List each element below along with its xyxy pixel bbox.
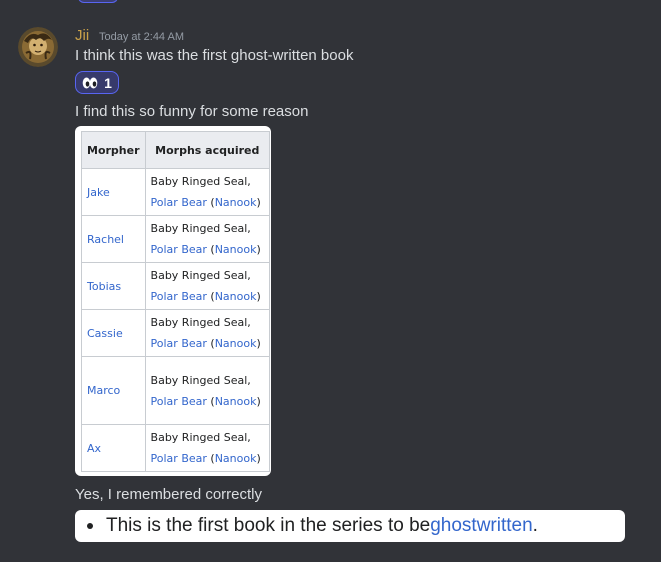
nanook-link[interactable]: Nanook [215, 290, 257, 303]
morpher-link[interactable]: Cassie [81, 309, 146, 357]
morpher-link[interactable]: Marco [81, 356, 146, 425]
column-header-morphs: Morphs acquired [144, 131, 271, 169]
table-row: Cassie Baby Ringed Seal, Polar Bear (Nan… [81, 309, 271, 357]
nanook-link[interactable]: Nanook [215, 243, 257, 256]
avatar-image [18, 27, 58, 67]
polar-bear-link[interactable]: Polar Bear [151, 452, 207, 465]
message-line: I find this so funny for some reason [75, 103, 309, 120]
morph-table: Morpher Morphs acquired Jake Baby Ringed… [81, 131, 271, 472]
morph-text: Baby Ringed Seal, [150, 269, 251, 282]
paren-close: ) [256, 290, 261, 303]
morphs-cell: Baby Ringed Seal, Polar Bear (Nanook) [144, 168, 271, 216]
nanook-link[interactable]: Nanook [215, 452, 257, 465]
polar-bear-link[interactable]: Polar Bear [151, 395, 207, 408]
morpher-link[interactable]: Jake [81, 168, 146, 216]
morph-text: Baby Ringed Seal, [150, 316, 251, 329]
message-line: Yes, I remembered correctly [75, 486, 263, 503]
morphs-cell: Baby Ringed Seal, Polar Bear (Nanook) [144, 309, 271, 357]
attached-image[interactable]: Morpher Morphs acquired Jake Baby Ringed… [75, 126, 271, 476]
paren-close: ) [256, 337, 261, 350]
table-row: Marco Baby Ringed Seal, Polar Bear (Nano… [81, 356, 271, 425]
reaction-button[interactable]: 1 [75, 71, 119, 94]
morph-text: Baby Ringed Seal, [150, 373, 251, 387]
attached-image-quote[interactable]: This is the first book in the series to … [75, 510, 625, 542]
ghostwritten-link[interactable]: ghostwritten [430, 515, 532, 537]
paren-open: ( [206, 337, 215, 350]
morpher-link[interactable]: Ax [81, 424, 146, 472]
polar-bear-link[interactable]: Polar Bear [151, 290, 207, 303]
reaction-count: 1 [104, 74, 112, 91]
table-row: Jake Baby Ringed Seal, Polar Bear (Nanoo… [81, 168, 271, 216]
nanook-link[interactable]: Nanook [215, 395, 257, 408]
eyes-emoji-icon [82, 77, 98, 88]
paren-open: ( [206, 452, 215, 465]
paren-open: ( [206, 196, 215, 209]
paren-close: ) [256, 452, 261, 465]
quote-end: . [532, 515, 538, 536]
table-row: Ax Baby Ringed Seal, Polar Bear (Nanook) [81, 424, 271, 472]
morpher-link[interactable]: Rachel [81, 215, 146, 263]
nanook-link[interactable]: Nanook [215, 337, 257, 350]
morph-text: Baby Ringed Seal, [150, 222, 251, 235]
bullet-icon [87, 523, 93, 529]
polar-bear-link[interactable]: Polar Bear [151, 196, 207, 209]
avatar[interactable] [18, 27, 58, 67]
message-line: I think this was the first ghost-written… [75, 47, 354, 64]
paren-close: ) [256, 196, 261, 209]
table-row: Tobias Baby Ringed Seal, Polar Bear (Nan… [81, 262, 271, 310]
morph-text: Baby Ringed Seal, [150, 175, 251, 188]
morphs-cell: Baby Ringed Seal, Polar Bear (Nanook) [144, 424, 271, 472]
morphs-cell: Baby Ringed Seal, Polar Bear (Nanook) [144, 215, 271, 263]
morpher-link[interactable]: Tobias [81, 262, 146, 310]
column-header-morpher: Morpher [81, 131, 146, 169]
morph-text: Baby Ringed Seal, [150, 431, 251, 444]
timestamp[interactable]: Today at 2:44 AM [99, 30, 184, 44]
polar-bear-link[interactable]: Polar Bear [151, 337, 207, 350]
paren-close: ) [256, 394, 261, 408]
paren-open: ( [206, 290, 215, 303]
nanook-link[interactable]: Nanook [215, 196, 257, 209]
paren-open: ( [206, 394, 215, 408]
polar-bear-link[interactable]: Polar Bear [151, 243, 207, 256]
paren-close: ) [256, 243, 261, 256]
previous-reaction-edge[interactable] [78, 0, 118, 3]
table-row: Rachel Baby Ringed Seal, Polar Bear (Nan… [81, 215, 271, 263]
morphs-cell: Baby Ringed Seal, Polar Bear (Nanook) [144, 262, 271, 310]
chat-view: Jii Today at 2:44 AM I think this was th… [0, 0, 661, 562]
morphs-cell: Baby Ringed Seal, Polar Bear (Nanook) [144, 356, 271, 425]
username[interactable]: Jii [75, 27, 89, 45]
paren-open: ( [206, 243, 215, 256]
quote-text: This is the first book in the series to … [106, 515, 431, 536]
